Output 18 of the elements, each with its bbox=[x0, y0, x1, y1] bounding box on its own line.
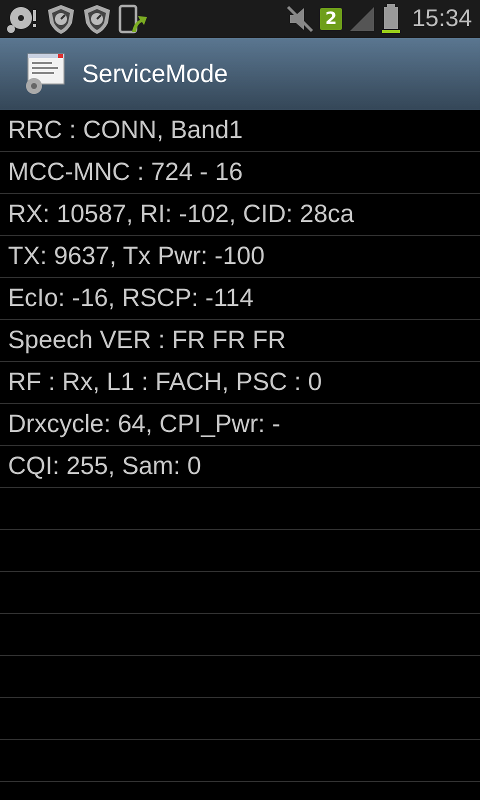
clock-time: 15:34 bbox=[412, 5, 472, 33]
info-line: RRC : CONN, Band1 bbox=[8, 116, 243, 145]
info-line: Drxcycle: 64, CPI_Pwr: - bbox=[8, 410, 280, 439]
info-line: RF : Rx, L1 : FACH, PSC : 0 bbox=[8, 368, 322, 397]
info-line: EcIo: -16, RSCP: -114 bbox=[8, 284, 254, 313]
info-line: RX: 10587, RI: -102, CID: 28ca bbox=[8, 200, 354, 229]
signal-icon bbox=[348, 5, 376, 33]
shield-gauge-icon bbox=[46, 3, 76, 35]
phone-upload-icon bbox=[118, 4, 148, 34]
shield-gauge-icon bbox=[82, 3, 112, 35]
mute-icon bbox=[286, 5, 314, 33]
info-line: MCC-MNC : 724 - 16 bbox=[8, 158, 243, 187]
info-line: CQI: 255, Sam: 0 bbox=[8, 452, 202, 481]
info-line: TX: 9637, Tx Pwr: -100 bbox=[8, 242, 265, 271]
app-title: ServiceMode bbox=[82, 60, 228, 88]
info-line: Speech VER : FR FR FR bbox=[8, 326, 286, 355]
battery-icon bbox=[382, 4, 400, 34]
sim-badge: 2 bbox=[320, 8, 342, 30]
